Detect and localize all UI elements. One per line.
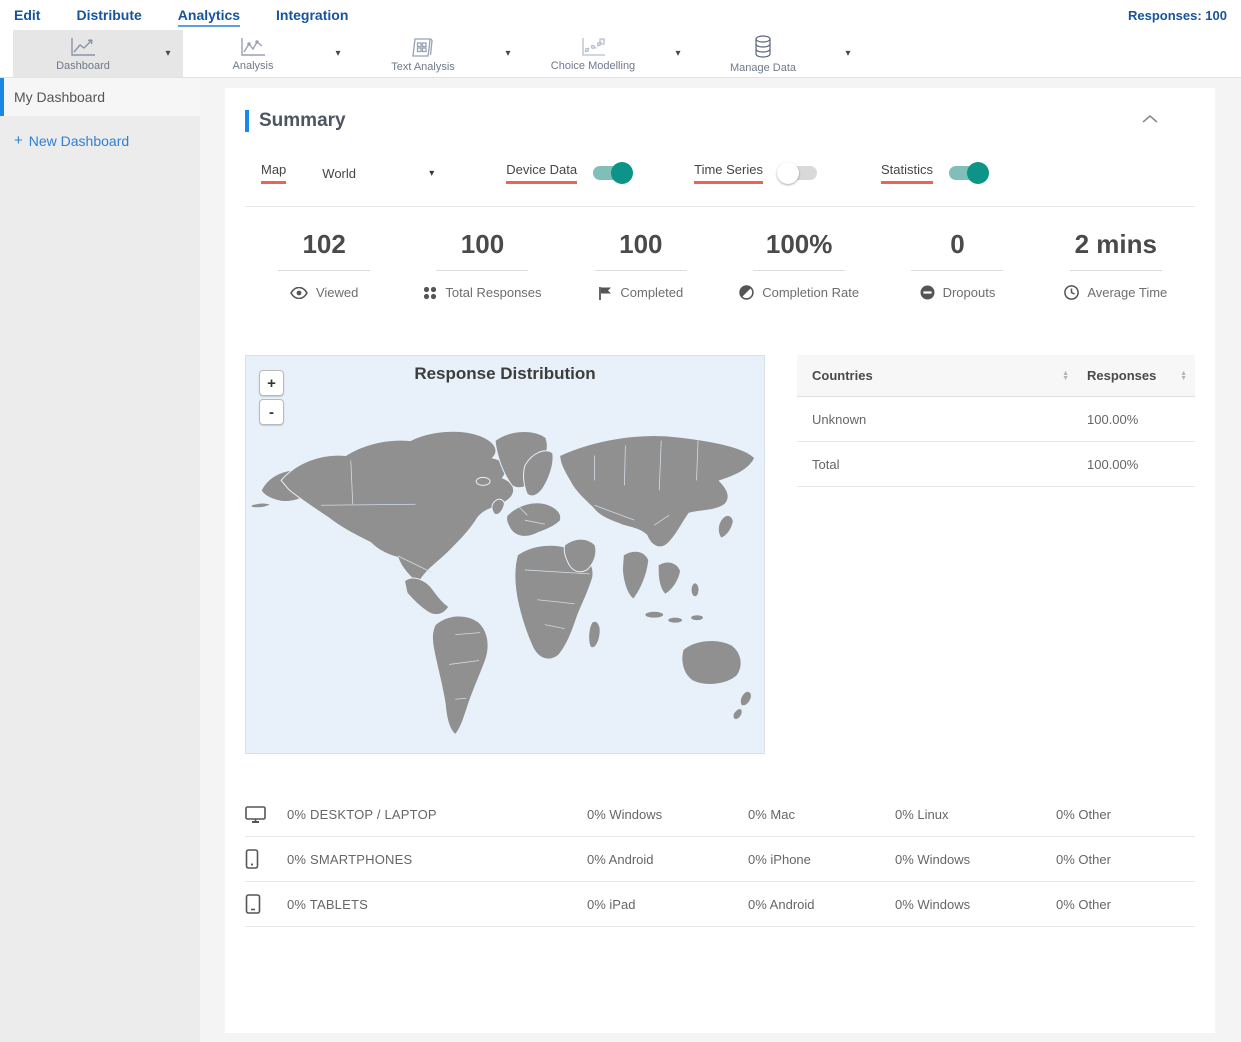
chevron-down-icon[interactable]: ▾ [153, 48, 183, 59]
plus-icon: + [14, 132, 23, 149]
dashboard-sidebar: My Dashboard + New Dashboard [0, 78, 200, 1042]
responses-column-header[interactable]: Responses [1087, 368, 1156, 383]
statistics-label: Statistics [880, 162, 933, 184]
time-series-label: Time Series [694, 162, 763, 184]
map-zoom-out-button[interactable]: - [259, 399, 284, 425]
desktop-icon [245, 805, 266, 823]
toolbar-dashboard[interactable]: Dashboard ▾ [13, 30, 183, 77]
collapse-chevron-icon[interactable] [1140, 112, 1160, 130]
toolbar-analysis[interactable]: Analysis ▾ [183, 30, 353, 77]
countries-column-header[interactable]: Countries [812, 368, 873, 383]
top-nav: Edit Distribute Analytics Integration Re… [0, 0, 1241, 30]
summary-controls: Map World ▾ Device Data Time Series Stat… [261, 162, 1195, 184]
toolbar-manage-data[interactable]: Manage Data ▾ [693, 30, 863, 77]
toolbar-choice-modelling[interactable]: Choice Modelling ▾ [523, 30, 693, 77]
device-row-smartphones: 0% SMARTPHONES 0% Android 0% iPhone 0% W… [245, 837, 1195, 882]
responses-count[interactable]: Responses: 100 [1128, 8, 1227, 23]
stat-viewed: 102 Viewed [245, 229, 403, 300]
analytics-toolbar: Dashboard ▾ Analysis ▾ Text Analysis ▾ C… [0, 30, 1241, 78]
device-row-tablets: 0% TABLETS 0% iPad 0% Android 0% Windows… [245, 882, 1195, 927]
chevron-down-icon: ▾ [429, 167, 435, 179]
time-series-toggle[interactable] [776, 162, 817, 184]
toolbar-text-analysis[interactable]: Text Analysis ▾ [353, 30, 523, 77]
device-data-table: 0% DESKTOP / LAPTOP 0% Windows 0% Mac 0%… [245, 792, 1195, 927]
page-title: Summary [259, 110, 346, 131]
countries-table: Countries ▲ ▼ Responses ▲ ▼ Unknown 100.00… [797, 355, 1195, 754]
map-region-select[interactable]: World ▾ [322, 166, 434, 181]
smartphone-icon [245, 849, 259, 869]
statistics-toggle[interactable] [949, 162, 989, 184]
minus-circle-icon [920, 285, 935, 300]
map-zoom-in-button[interactable]: + [259, 370, 284, 396]
table-row: Unknown 100.00% [797, 397, 1195, 442]
stat-total-responses: 100 Total Responses [403, 229, 561, 300]
main-area: Summary Map World ▾ Device Data Time Ser… [200, 78, 1241, 1042]
scatter-chart-icon [578, 36, 608, 58]
stat-completion-rate: 100% Completion Rate [720, 229, 878, 300]
world-map[interactable] [246, 356, 764, 753]
clock-icon [1064, 285, 1080, 300]
tablet-icon [245, 894, 261, 914]
nav-edit[interactable]: Edit [14, 3, 40, 27]
line-chart-icon [68, 36, 98, 58]
stat-completed: 100 Completed [562, 229, 720, 300]
summary-card: Summary Map World ▾ Device Data Time Ser… [225, 88, 1215, 1033]
sort-icon[interactable]: ▲ ▼ [1062, 370, 1069, 382]
eye-icon [290, 286, 308, 299]
flag-icon [599, 286, 612, 300]
divider [245, 206, 1195, 207]
nav-distribute[interactable]: Distribute [76, 3, 141, 27]
device-data-toggle[interactable] [593, 162, 634, 184]
nav-analytics[interactable]: Analytics [177, 3, 241, 27]
map-title: Response Distribution [414, 364, 596, 383]
stat-dropouts: 0 Dropouts [878, 229, 1036, 300]
database-icon [750, 34, 776, 60]
map-label: Map [261, 162, 287, 184]
nav-integration[interactable]: Integration [276, 3, 348, 27]
chevron-down-icon[interactable]: ▾ [493, 48, 523, 59]
chevron-down-icon[interactable]: ▾ [833, 48, 863, 59]
line-chart-icon [238, 36, 268, 58]
stats-row: 102 Viewed 100 Total Responses 100 Compl… [245, 229, 1195, 300]
device-data-label: Device Data [506, 162, 578, 184]
table-row: Total 100.00% [797, 442, 1195, 487]
chevron-down-icon[interactable]: ▾ [663, 48, 693, 59]
response-distribution-map[interactable]: Response Distribution + - [245, 355, 765, 754]
device-row-desktop: 0% DESKTOP / LAPTOP 0% Windows 0% Mac 0%… [245, 792, 1195, 837]
stat-average-time: 2 mins Average Time [1037, 229, 1195, 300]
sort-icon[interactable]: ▲ ▼ [1180, 370, 1187, 382]
sidebar-item-my-dashboard[interactable]: My Dashboard [0, 78, 200, 116]
accent-bar [245, 110, 249, 132]
document-grid-icon [410, 35, 436, 59]
half-pie-icon [739, 285, 754, 300]
chevron-down-icon[interactable]: ▾ [323, 48, 353, 59]
dots-grid-icon [424, 286, 437, 299]
countries-table-header: Countries ▲ ▼ Responses ▲ ▼ [797, 355, 1195, 397]
new-dashboard-button[interactable]: + New Dashboard [14, 132, 200, 149]
